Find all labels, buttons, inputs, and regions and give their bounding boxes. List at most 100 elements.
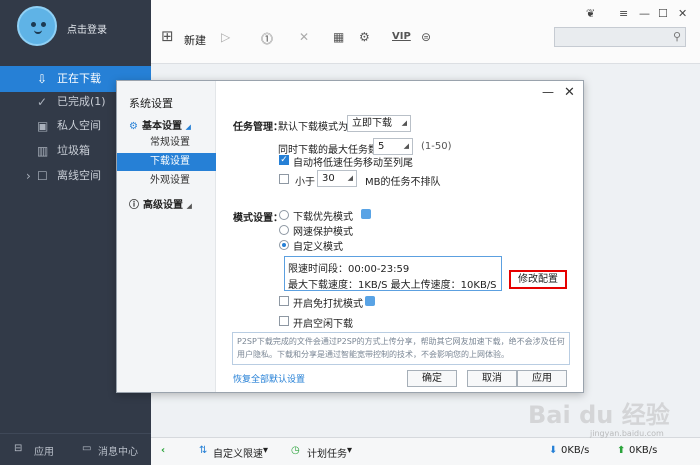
close-icon[interactable]: ✕	[678, 7, 687, 20]
skin-icon[interactable]: ❦	[586, 7, 595, 20]
upload-speed-icon: ⬆	[617, 445, 626, 456]
info-icon: ⓘ	[129, 200, 139, 211]
menu-icon[interactable]: ≡	[619, 7, 628, 20]
info-icon[interactable]	[365, 296, 375, 306]
nav-group-label: 基本设置	[141, 121, 182, 132]
dropdown-icon[interactable]: ▾	[347, 445, 352, 456]
search-icon[interactable]: ⚲	[673, 30, 681, 43]
auto-move-checkbox[interactable]: ✓	[279, 155, 289, 165]
task-management-label: 任务管理：	[233, 122, 283, 133]
select-value: 5	[378, 141, 385, 152]
max-tasks-select[interactable]: 5 ◢	[373, 138, 413, 155]
nav-general[interactable]: 常规设置	[117, 134, 216, 152]
vip-icon[interactable]: VIP	[392, 31, 411, 42]
schedule-button[interactable]: 计划任务	[307, 445, 347, 460]
nav-label: 私人空间	[57, 119, 101, 132]
minimize-icon[interactable]: —	[639, 7, 650, 20]
idle-download-checkbox[interactable]	[279, 316, 289, 326]
mode-radio-priority[interactable]	[279, 210, 289, 220]
mode-radio-custom[interactable]	[279, 240, 289, 250]
sidebar-footer: ⊟ 应用 ▭ 消息中心	[0, 433, 151, 465]
grid-icon[interactable]: ▦	[333, 30, 344, 44]
mode-option-label: 下载优先模式	[293, 212, 353, 223]
modify-config-button[interactable]: 修改配置	[509, 270, 567, 289]
less-than-select[interactable]: 30 ◢	[317, 170, 357, 187]
close-icon[interactable]: ✕	[564, 85, 575, 100]
login-link[interactable]: 点击登录	[67, 21, 107, 36]
apps-icon[interactable]: ⊟	[14, 443, 22, 454]
pause-icon[interactable]: ⓵	[261, 30, 273, 47]
collapse-icon[interactable]: ‹	[161, 445, 165, 456]
no-disturb-checkbox[interactable]	[279, 296, 289, 306]
nav-appearance[interactable]: 外观设置	[117, 172, 216, 190]
download-speed-icon: ⬇	[549, 445, 558, 456]
cancel-button[interactable]: 取消	[467, 370, 517, 387]
cloud-icon: ☐	[37, 169, 48, 183]
default-mode-label: 默认下载模式为	[278, 122, 348, 133]
schedule-icon: ◷	[291, 445, 300, 456]
ok-button[interactable]: 确定	[407, 370, 457, 387]
nav-download[interactable]: 下载设置	[117, 153, 216, 171]
custom-mode-summary: 限速时间段：00:00-23:59 最大下载速度：1KB/S 最大上传速度：10…	[284, 256, 502, 291]
mode-option-label: 自定义模式	[293, 242, 343, 253]
speed-limit-icon: ⇅	[199, 445, 208, 456]
mode-settings-label: 模式设置：	[233, 213, 283, 224]
default-mode-select[interactable]: 立即下载 ◢	[347, 115, 411, 132]
minimize-icon[interactable]: —	[542, 85, 554, 99]
dropdown-icon: ◢	[347, 174, 353, 182]
nav-label: 垃圾箱	[57, 144, 90, 157]
select-value: 30	[322, 173, 335, 184]
no-disturb-label: 开启免打扰模式	[293, 299, 363, 310]
message-center-button[interactable]: 消息中心	[98, 443, 138, 458]
nav-advanced-settings[interactable]: ⓘ 高级设置 ◢	[129, 196, 192, 211]
auto-move-label: 自动将低速任务移动至列尾	[293, 158, 413, 169]
settings-dialog: 系统设置 ⚙ 基本设置 ◢ 常规设置 下载设置 外观设置 ⓘ 高级设置 ◢ — ✕ …	[116, 80, 584, 393]
speed-limit-button[interactable]: 自定义限速	[213, 445, 263, 460]
plus-icon[interactable]: ⊞	[161, 27, 174, 45]
time-range: 限速时间段：00:00-23:59	[288, 264, 410, 275]
upgrade-icon[interactable]: ⊜	[421, 30, 431, 44]
mode-option-label: 网速保护模式	[293, 227, 353, 238]
status-bar: ‹ ⇅ 自定义限速 ▾ ◷ 计划任务 ▾ ⬇ 0KB/s ⬆ 0KB/s	[151, 437, 700, 465]
dropdown-icon: ◢	[401, 119, 407, 127]
nav-basic-settings[interactable]: ⚙ 基本设置 ◢	[129, 117, 191, 132]
dropdown-icon: ◢	[403, 142, 409, 150]
trash-icon: ▥	[37, 144, 49, 158]
nav-label: 离线空间	[57, 169, 101, 182]
select-value: 立即下载	[352, 118, 392, 129]
nav-group-label: 高级设置	[143, 200, 183, 211]
apps-button[interactable]: 应用	[34, 443, 54, 458]
avatar[interactable]	[17, 6, 57, 46]
new-task-button[interactable]: 新建	[184, 32, 206, 48]
delete-icon[interactable]: ✕	[299, 30, 309, 44]
mode-radio-protect[interactable]	[279, 225, 289, 235]
gear-icon: ⚙	[129, 121, 138, 132]
message-icon[interactable]: ▭	[82, 443, 91, 454]
less-than-suffix: MB的任务不排队	[365, 177, 441, 188]
restore-defaults-link[interactable]: 恢复全部默认设置	[233, 372, 305, 385]
idle-download-label: 开启空闲下载	[293, 319, 353, 330]
upload-speed: 0KB/s	[629, 445, 658, 456]
check-circle-icon: ✓	[37, 95, 48, 109]
expand-arrow-icon: ◢	[186, 202, 192, 210]
p2sp-note: P2SP下载完成的文件会通过P2SP的方式上传分享，帮助其它网友加速下载，绝不会…	[232, 332, 570, 365]
nav-label: 已完成(1)	[57, 95, 106, 108]
less-than-checkbox[interactable]	[279, 174, 289, 184]
apply-button[interactable]: 应用	[517, 370, 567, 387]
chevron-right-icon: ›	[26, 169, 31, 183]
nav-label: 正在下载	[57, 72, 101, 85]
info-icon[interactable]	[361, 209, 371, 219]
max-speeds: 最大下载速度：1KB/S 最大上传速度：10KB/S	[288, 280, 497, 291]
search-input[interactable]: ⚲	[554, 27, 686, 47]
settings-nav: 系统设置 ⚙ 基本设置 ◢ 常规设置 下载设置 外观设置 ⓘ 高级设置 ◢	[117, 81, 216, 392]
watermark-logo: Bai du 经验	[528, 401, 670, 429]
watermark-url: jingyan.baidu.com	[590, 429, 664, 438]
dropdown-icon[interactable]: ▾	[263, 445, 268, 456]
maximize-icon[interactable]: ☐	[658, 7, 668, 20]
dialog-title: 系统设置	[129, 97, 173, 110]
max-tasks-range: (1-50)	[421, 141, 452, 152]
settings-icon[interactable]: ⚙	[359, 30, 370, 44]
less-than-label: 小于	[295, 177, 315, 188]
play-icon[interactable]: ▷	[221, 30, 230, 44]
toolbar: ❦ ≡ — ☐ ✕ ⊞ 新建 ▷ ⓵ ✕ ▦ ⚙ VIP ⊜ ⚲	[151, 0, 700, 64]
